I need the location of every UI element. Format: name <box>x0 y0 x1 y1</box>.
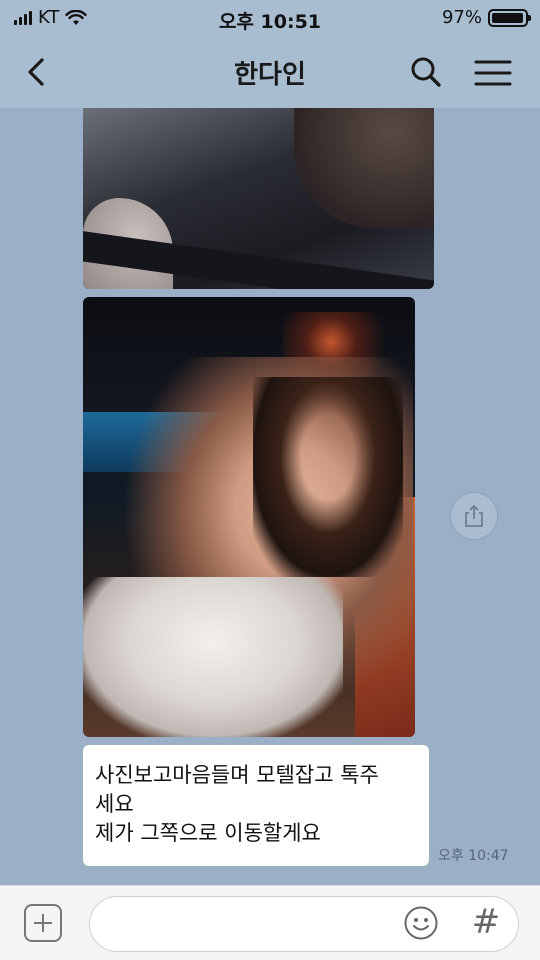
hamburger-menu-icon <box>474 60 512 86</box>
photo-message[interactable] <box>83 108 434 289</box>
photo-detail <box>294 108 434 228</box>
emoji-icon <box>404 906 438 940</box>
input-bar: # <box>0 885 540 960</box>
battery-percent: 97% <box>441 7 482 28</box>
battery-fill <box>492 12 524 23</box>
message-input[interactable] <box>89 896 519 952</box>
battery-icon <box>488 8 531 27</box>
emoji-button[interactable] <box>403 905 439 941</box>
chat-title: 한다인 <box>234 60 306 90</box>
status-bar: KT 오후 10:51 97% <box>0 0 540 36</box>
back-button[interactable] <box>18 52 58 92</box>
hashtag-button[interactable]: # <box>466 902 506 942</box>
menu-button[interactable] <box>470 52 516 92</box>
photo-detail <box>83 577 343 737</box>
share-button[interactable] <box>450 492 498 540</box>
search-button[interactable] <box>406 52 446 92</box>
plus-icon[interactable] <box>24 904 62 942</box>
share-icon <box>465 504 483 527</box>
message-time: 오후 10:47 <box>438 848 509 864</box>
text-message-bubble[interactable]: 사진보고마음들며 모텔잡고 톡주 세요 제가 그쪽으로 이동할게요 <box>83 745 429 866</box>
message-text: 사진보고마음들며 모텔잡고 톡주 세요 제가 그쪽으로 이동할게요 <box>95 763 379 845</box>
chat-header: 한다인 <box>0 36 540 108</box>
photo-message[interactable] <box>83 297 415 737</box>
photo-detail <box>253 377 403 577</box>
status-right: 97% <box>441 7 531 28</box>
search-icon <box>411 57 441 87</box>
chevron-left-icon <box>28 58 44 86</box>
